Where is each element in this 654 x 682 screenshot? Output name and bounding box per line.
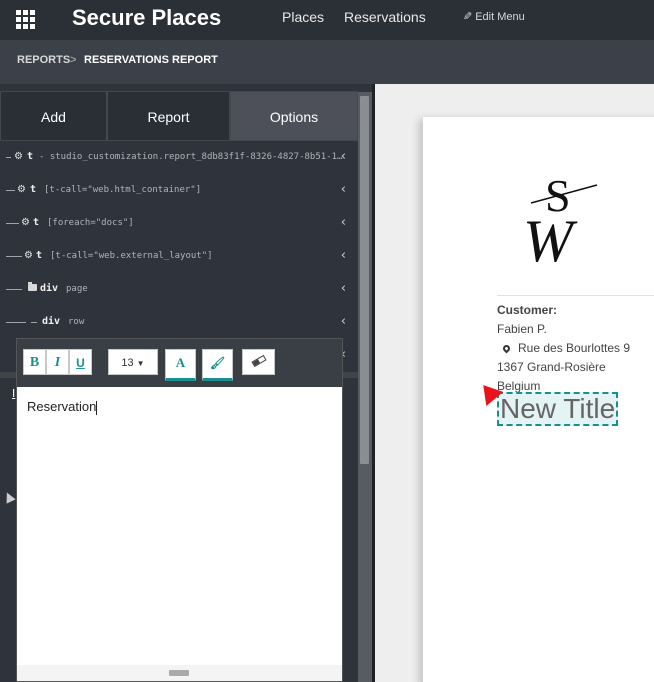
tree-node[interactable]: div page ‹ — [0, 273, 358, 306]
gear-icon: ⚙ — [17, 184, 26, 195]
chevron-left-icon[interactable]: ‹ — [341, 182, 346, 197]
chevron-left-icon[interactable]: ‹ — [341, 215, 346, 230]
font-color-button[interactable]: A — [165, 349, 196, 381]
tree-node-attr: [t-call="web.external_layout"] — [50, 251, 213, 261]
font-size-dropdown[interactable]: 13 ▼ — [108, 349, 158, 375]
editor-resize-bar[interactable] — [17, 665, 342, 681]
app-title: Secure Places — [72, 5, 222, 30]
customer-label: Customer: — [497, 303, 558, 317]
folder-icon — [28, 282, 37, 291]
sidebar-tabs: Add Report Options — [0, 91, 358, 141]
customer-name: Fabien P. — [497, 322, 547, 336]
tree-node-tag: t — [30, 184, 37, 195]
caret-down-icon: ▼ — [136, 359, 145, 368]
node-tree: ⚙ t - studio_customization.report_8db83f… — [0, 141, 358, 371]
tree-node[interactable]: ⚙ t [foreach="docs"] ‹ — [0, 207, 358, 240]
top-navbar: Secure Places Places Reservations ✎ Edit … — [0, 0, 654, 40]
svg-text:W: W — [523, 208, 578, 265]
background-color-button[interactable]: 🖌 — [202, 349, 233, 381]
customer-city: 1367 Grand-Rosière — [497, 360, 606, 374]
edit-menu-label: Edit Menu — [475, 11, 525, 23]
chevron-left-icon[interactable]: ‹ — [341, 248, 346, 263]
edit-menu-link[interactable]: ✎ Edit Menu — [463, 10, 525, 23]
map-marker-icon — [501, 343, 512, 354]
gear-icon: ⚙ — [21, 217, 30, 228]
pencil-icon: ✎ — [463, 11, 473, 23]
tree-node-attr: [foreach="docs"] — [47, 218, 134, 228]
customer-address[interactable]: Customer: Fabien P. Rue des Bourlottes 9… — [497, 301, 630, 396]
apps-grid-icon[interactable] — [16, 10, 36, 29]
italic-button[interactable]: I — [46, 349, 69, 375]
report-page: S W Customer: Fabien P. Rue des Bourlott… — [423, 117, 654, 682]
tab-options[interactable]: Options — [230, 91, 358, 141]
customer-street: Rue des Bourlottes 9 — [518, 341, 631, 355]
editor-content[interactable]: Reservation — [27, 399, 98, 415]
tree-node-tag: t — [36, 250, 43, 261]
sidebar-scrollbar[interactable] — [358, 92, 372, 682]
chevron-left-icon[interactable]: ‹ — [341, 281, 346, 296]
breadcrumb-reports[interactable]: REPORTS — [17, 54, 70, 66]
tree-node-attr: [t-call="web.html_container"] — [44, 185, 202, 195]
breadcrumb: REPORTS > RESERVATIONS REPORT — [0, 40, 654, 84]
gear-icon: ⚙ — [14, 151, 23, 162]
underline-button[interactable]: U — [69, 349, 92, 375]
header-divider — [497, 295, 654, 296]
customer-street-row: Rue des Bourlottes 9 — [497, 339, 630, 358]
report-title[interactable]: New Title — [497, 392, 619, 426]
gear-icon: ⚙ — [24, 250, 33, 261]
tree-node-attr: page — [66, 284, 88, 294]
tree-node[interactable]: ⚙ t [t-call="web.external_layout"] ‹ — [0, 240, 358, 273]
chevron-left-icon[interactable]: ‹ — [341, 314, 346, 329]
editor-toolbar: B I U 13 ▼ A 🖌 — [17, 339, 342, 387]
breadcrumb-separator: > — [70, 54, 77, 66]
text-cursor-icon: I — [12, 387, 16, 400]
tab-add[interactable]: Add — [0, 91, 107, 141]
report-canvas: S W Customer: Fabien P. Rue des Bourlott… — [372, 84, 654, 682]
tree-node[interactable]: ⚙ t [t-call="web.html_container"] ‹ — [0, 174, 358, 207]
brush-icon: 🖌 — [209, 356, 226, 370]
tree-node-tag: div — [40, 283, 59, 294]
breadcrumb-current: RESERVATIONS REPORT — [84, 54, 218, 66]
tree-node[interactable]: div row ‹ — [0, 306, 358, 339]
text-caret — [96, 400, 98, 415]
editor-text: Reservation — [27, 399, 97, 414]
tree-node-attr: - studio_customization.report_8db83f1f-8… — [39, 152, 343, 162]
font-size-value: 13 — [121, 357, 134, 369]
tree-node-tag: div — [42, 316, 61, 327]
tree-node[interactable]: ⚙ t - studio_customization.report_8db83f… — [0, 141, 358, 174]
chevron-left-icon[interactable]: ‹ — [341, 149, 346, 164]
bold-button[interactable]: B — [23, 349, 46, 375]
resize-grip-icon[interactable] — [169, 670, 189, 676]
eraser-icon — [250, 354, 267, 368]
scrollbar-thumb[interactable] — [360, 96, 369, 464]
tree-node-tag: t — [33, 217, 40, 228]
clear-format-button[interactable] — [242, 349, 275, 375]
tree-node-tag: t — [27, 151, 34, 162]
nav-reservations[interactable]: Reservations — [344, 9, 426, 25]
tab-report[interactable]: Report — [107, 91, 230, 141]
tree-node-attr: row — [68, 317, 85, 327]
text-editor: B I U 13 ▼ A 🖌 Reservation — [16, 338, 343, 682]
company-logo: S W — [523, 170, 598, 265]
nav-places[interactable]: Places — [282, 9, 324, 25]
